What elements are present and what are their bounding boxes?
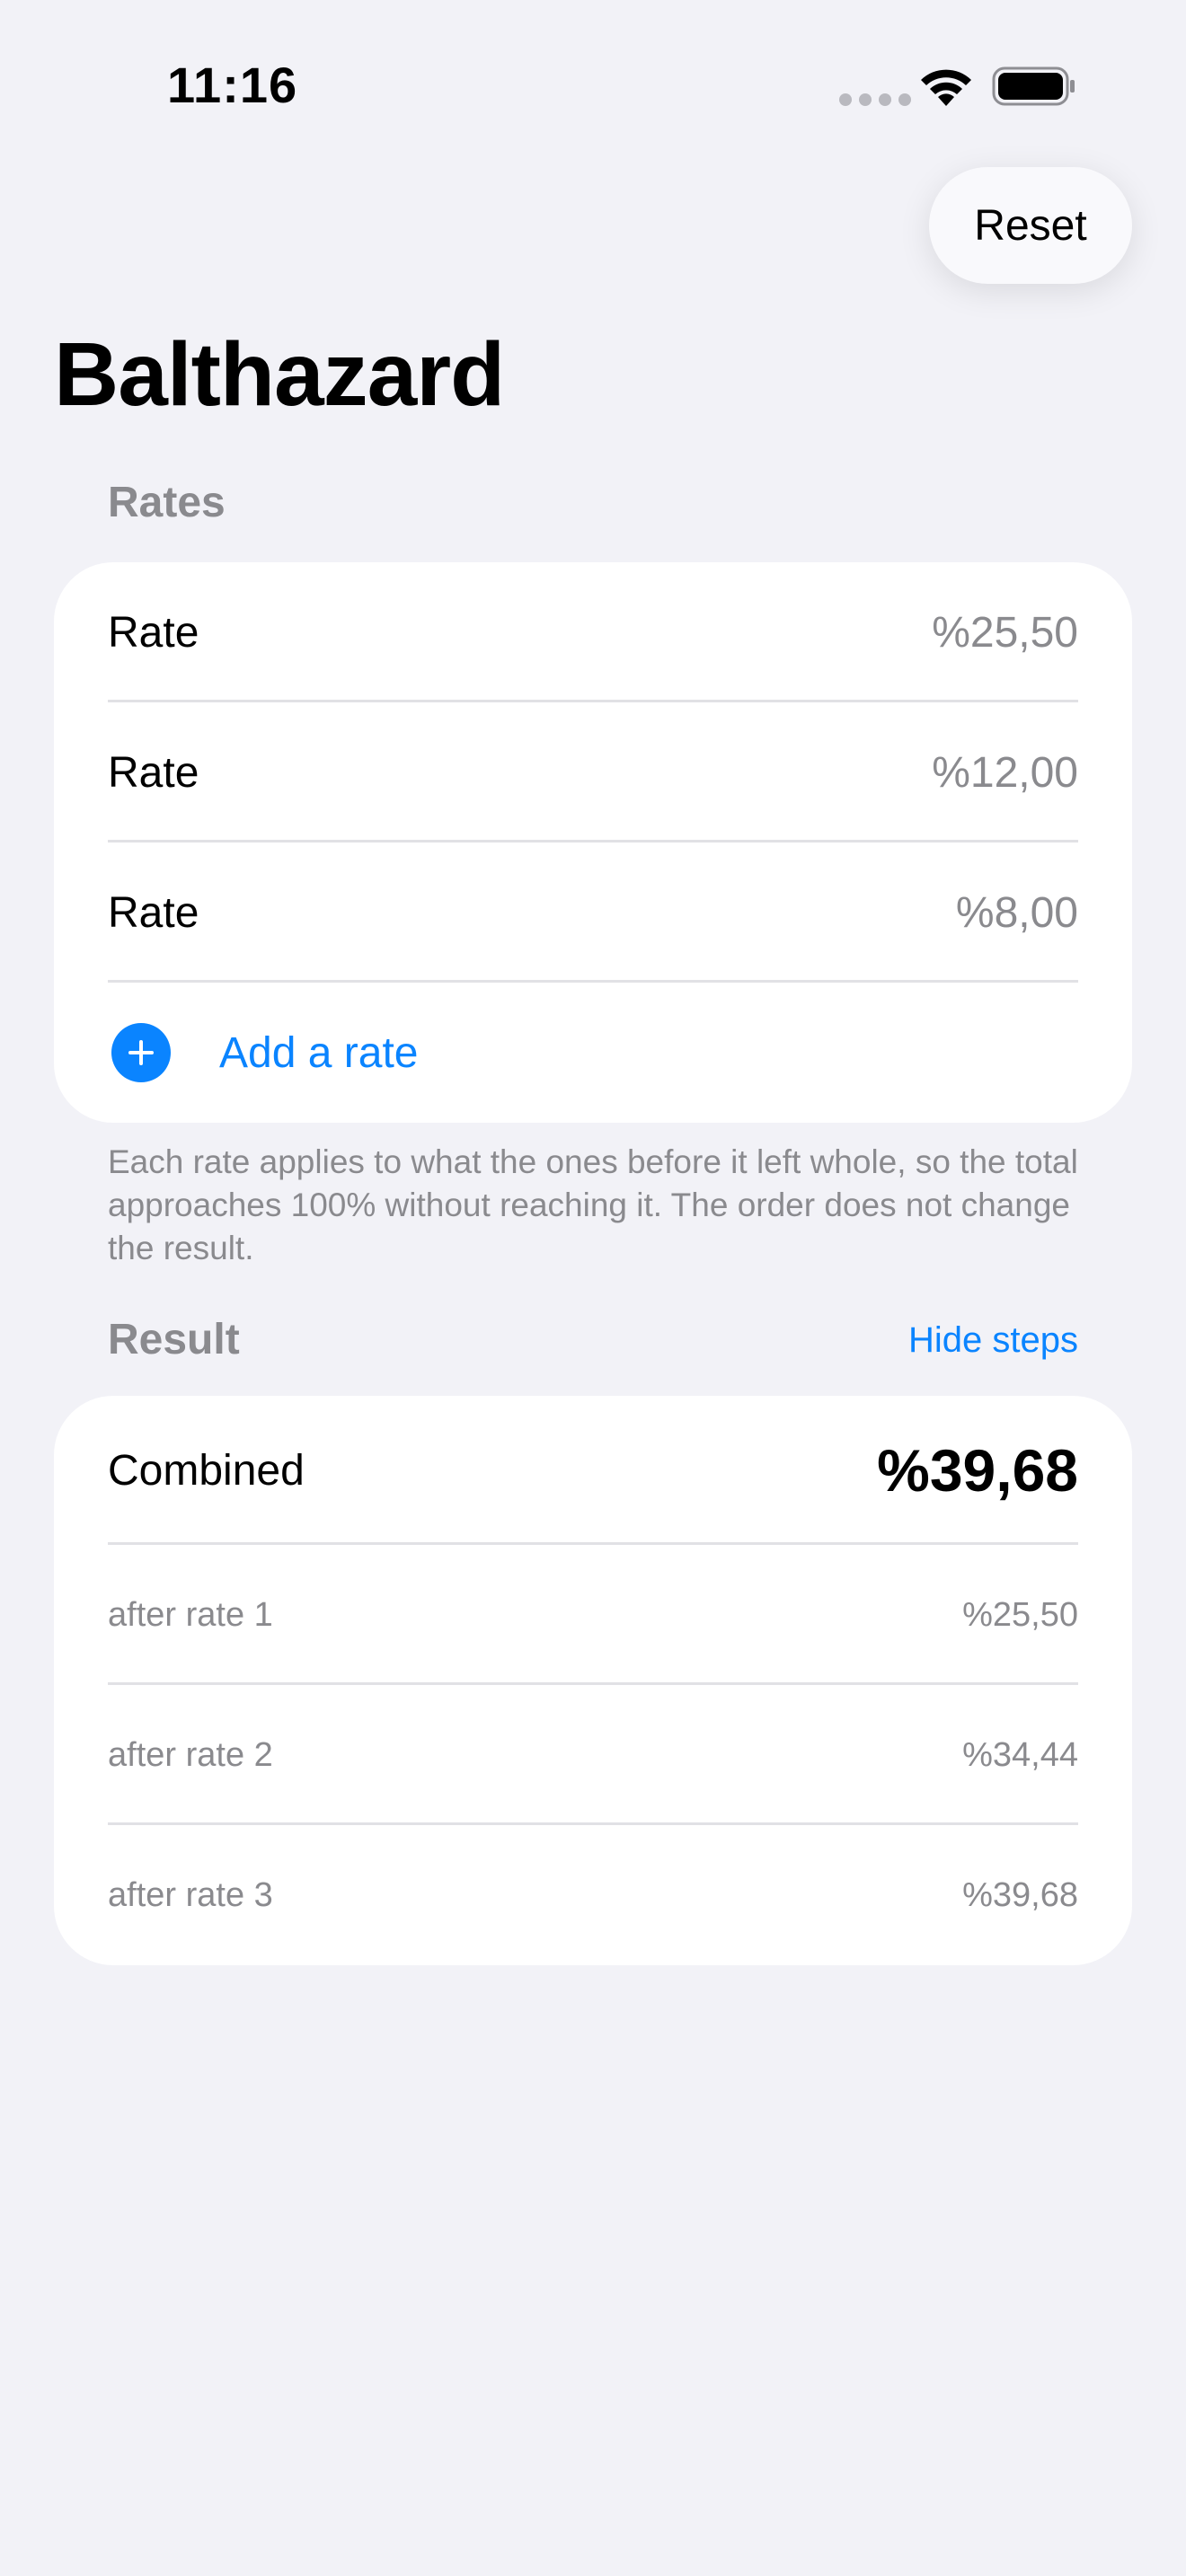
step-label: after rate 2 — [108, 1735, 273, 1774]
status-time: 11:16 — [167, 57, 298, 113]
rate-value-field[interactable]: %8,00 — [956, 888, 1078, 938]
rate-value-field[interactable]: %12,00 — [932, 748, 1078, 798]
rates-card: Rate %25,50 Rate %12,00 Rate %8,00 Add a… — [54, 562, 1132, 1123]
wifi-icon — [921, 69, 971, 106]
combined-value: %39,68 — [877, 1437, 1078, 1504]
step-value: %25,50 — [962, 1595, 1078, 1634]
hide-steps-button[interactable]: Hide steps — [908, 1320, 1078, 1361]
rates-section-header: Rates — [108, 479, 226, 526]
rate-label: Rate — [108, 888, 199, 937]
reset-button[interactable]: Reset — [929, 167, 1132, 284]
step-row: after rate 1 %25,50 — [54, 1545, 1132, 1685]
cellular-signal-icon — [839, 93, 911, 106]
result-card: Combined %39,68 after rate 1 %25,50 afte… — [54, 1396, 1132, 1965]
rate-value-field[interactable]: %25,50 — [932, 608, 1078, 657]
battery-icon — [992, 66, 1075, 106]
rate-row[interactable]: Rate %12,00 — [54, 702, 1132, 842]
step-row: after rate 3 %39,68 — [54, 1825, 1132, 1965]
rates-footnote: Each rate applies to what the ones befor… — [108, 1143, 1078, 1266]
result-section-header: Result — [108, 1316, 240, 1363]
plus-circle-icon[interactable] — [111, 1023, 171, 1082]
page-title: Balthazard — [54, 324, 505, 425]
step-value: %39,68 — [962, 1875, 1078, 1914]
add-rate-label[interactable]: Add a rate — [219, 1028, 418, 1078]
rate-row[interactable]: Rate %8,00 — [54, 842, 1132, 983]
status-bar: 11:16 — [0, 0, 1186, 171]
combined-row: Combined %39,68 — [54, 1396, 1132, 1545]
step-label: after rate 1 — [108, 1595, 273, 1634]
step-row: after rate 2 %34,44 — [54, 1685, 1132, 1825]
add-rate-button[interactable]: Add a rate — [54, 983, 1132, 1123]
rate-label: Rate — [108, 748, 199, 797]
step-label: after rate 3 — [108, 1875, 273, 1914]
step-value: %34,44 — [962, 1735, 1078, 1774]
rate-row[interactable]: Rate %25,50 — [54, 562, 1132, 702]
rate-label: Rate — [108, 608, 199, 657]
combined-label: Combined — [108, 1446, 305, 1495]
